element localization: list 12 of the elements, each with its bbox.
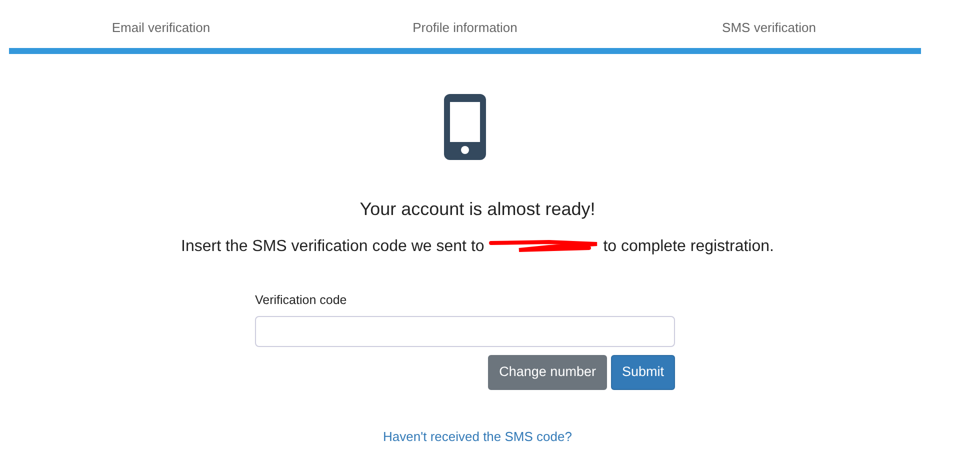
phone-icon — [444, 94, 486, 160]
step-label: SMS verification — [721, 19, 817, 37]
message-text: Insert the SMS verification code we sent to — [181, 238, 484, 254]
verification-code-field[interactable] — [255, 316, 675, 348]
step-label: Email verification — [110, 19, 212, 37]
submit-button[interactable]: Submit — [610, 355, 675, 390]
message-text: to complete registration. — [603, 238, 774, 254]
field-label: Verification code — [255, 292, 348, 308]
help-link[interactable]: Haven't received the SMS code? — [383, 428, 572, 444]
change-number-button[interactable]: Change number — [488, 355, 607, 390]
heading: Your account is almost ready! — [358, 198, 596, 221]
step-label: Profile information — [412, 19, 518, 37]
